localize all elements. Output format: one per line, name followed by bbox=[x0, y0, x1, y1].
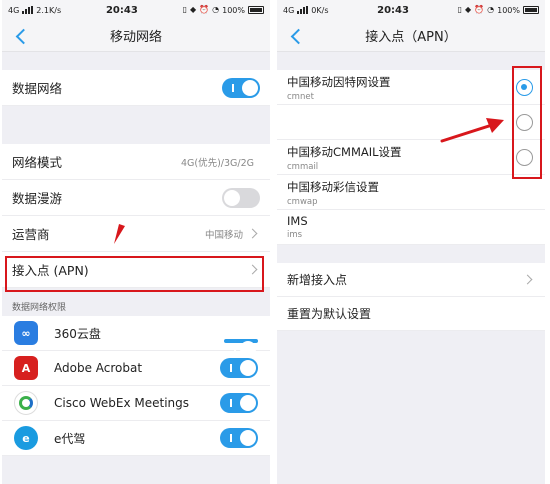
apn-name: 中国移动彩信设置 bbox=[287, 180, 379, 194]
status-bar: 4G 0K/s 20:43 ▯ ◆ ⏰ ◔ 100% bbox=[277, 0, 545, 20]
apn-item-hidden[interactable] bbox=[277, 105, 545, 140]
nav-bar: 接入点（APN） bbox=[277, 20, 545, 52]
app-toggle-webex[interactable] bbox=[220, 393, 258, 413]
app-row-360-cloud: ∞ 360云盘 bbox=[2, 316, 270, 357]
network-mode-label: 网络模式 bbox=[12, 155, 63, 170]
app-toggle-360-cloud[interactable] bbox=[224, 339, 258, 357]
apn-name: 中国移动CMMAIL设置 bbox=[287, 145, 402, 159]
cloud-icon: ∞ bbox=[14, 321, 38, 345]
shield-icon: ◆ bbox=[465, 5, 472, 14]
acrobat-icon: A bbox=[14, 356, 38, 380]
wifi-icon: ◔ bbox=[212, 5, 220, 14]
battery-percent: 100% bbox=[497, 5, 520, 15]
shield-icon: ◆ bbox=[190, 5, 197, 14]
left-screen: 4G 2.1K/s 20:43 ▯ ◆ ⏰ ◔ 100% 移动网络 数据网络 网… bbox=[2, 0, 270, 484]
wifi-icon: ◔ bbox=[487, 5, 495, 14]
apn-name: 中国移动因特网设置 bbox=[287, 75, 391, 89]
apn-item-cmwap[interactable]: 中国移动彩信设置 cmwap bbox=[277, 175, 545, 210]
webex-icon bbox=[14, 391, 38, 415]
apn-item-cmnet[interactable]: 中国移动因特网设置 cmnet bbox=[277, 70, 545, 105]
alarm-icon: ⏰ bbox=[199, 5, 210, 14]
data-roaming-toggle[interactable] bbox=[222, 187, 260, 208]
app-row-adobe-acrobat: A Adobe Acrobat bbox=[2, 351, 270, 386]
apn-sub: ims bbox=[287, 230, 303, 240]
network-mode-value: 4G(优先)/3G/2G bbox=[180, 157, 254, 169]
chevron-right-icon bbox=[247, 264, 258, 275]
network-mode-row[interactable]: 网络模式 4G(优先)/3G/2G bbox=[2, 144, 270, 180]
apn-list: 中国移动因特网设置 cmnet 中国移动CMMAIL设置 cmmail 中国移动… bbox=[277, 70, 545, 245]
reset-default-label: 重置为默认设置 bbox=[287, 307, 372, 321]
right-screen: 4G 0K/s 20:43 ▯ ◆ ⏰ ◔ 100% 接入点（APN） 中国移动… bbox=[277, 0, 545, 484]
apn-radio-hidden[interactable] bbox=[516, 114, 533, 131]
app-toggle-edaijia[interactable] bbox=[220, 428, 258, 448]
app-row-edaijia: e e代驾 bbox=[2, 421, 270, 456]
app-toggle-adobe-acrobat[interactable] bbox=[220, 358, 258, 378]
data-network-toggle[interactable] bbox=[222, 77, 260, 98]
data-roaming-label: 数据漫游 bbox=[12, 191, 63, 206]
carrier-value: 中国移动 bbox=[204, 229, 243, 241]
apn-sub: cmmail bbox=[287, 162, 319, 172]
apn-name: IMS bbox=[287, 214, 308, 228]
apn-label: 接入点 (APN) bbox=[12, 263, 89, 278]
network-speed: 0K/s bbox=[311, 5, 329, 15]
signal-icon bbox=[297, 6, 309, 14]
battery-icon bbox=[522, 6, 539, 14]
app-name: Cisco WebEx Meetings bbox=[54, 396, 190, 410]
data-network-row: 数据网络 bbox=[2, 70, 270, 106]
page-title: 移动网络 bbox=[109, 30, 162, 45]
network-speed: 2.1K/s bbox=[36, 5, 62, 15]
carrier-label: 运营商 bbox=[12, 227, 50, 242]
back-icon[interactable] bbox=[287, 26, 305, 46]
status-time: 20:43 bbox=[377, 4, 409, 16]
page-title: 接入点（APN） bbox=[365, 30, 457, 45]
vibrate-icon: ▯ bbox=[182, 5, 188, 14]
alarm-icon: ⏰ bbox=[474, 5, 485, 14]
battery-percent: 100% bbox=[222, 5, 245, 15]
apn-sub: cmnet bbox=[287, 92, 314, 102]
chevron-right-icon bbox=[247, 228, 258, 239]
battery-icon bbox=[248, 6, 264, 14]
signal-icon bbox=[22, 6, 34, 14]
apn-radio-cmnet[interactable] bbox=[516, 79, 533, 96]
apn-item-cmmail[interactable]: 中国移动CMMAIL设置 cmmail bbox=[277, 140, 545, 175]
app-row-webex: Cisco WebEx Meetings bbox=[2, 386, 270, 421]
status-time: 20:43 bbox=[105, 4, 138, 16]
network-type: 4G bbox=[283, 5, 295, 15]
edaijia-icon: e bbox=[14, 426, 38, 450]
network-type: 4G bbox=[8, 5, 20, 15]
apn-sub: cmwap bbox=[287, 197, 318, 207]
nav-bar: 移动网络 bbox=[2, 20, 270, 52]
app-name: 360云盘 bbox=[54, 326, 101, 341]
chevron-right-icon bbox=[522, 274, 533, 285]
add-apn-row[interactable]: 新增接入点 bbox=[277, 263, 545, 297]
app-name: e代驾 bbox=[54, 431, 86, 446]
carrier-row[interactable]: 运营商 中国移动 bbox=[2, 216, 270, 252]
apn-row[interactable]: 接入点 (APN) bbox=[2, 252, 270, 288]
vibrate-icon: ▯ bbox=[457, 5, 462, 14]
apn-radio-cmmail[interactable] bbox=[516, 149, 533, 166]
reset-default-row[interactable]: 重置为默认设置 bbox=[277, 297, 545, 331]
back-icon[interactable] bbox=[12, 26, 30, 46]
apn-item-ims[interactable]: IMS ims bbox=[277, 210, 545, 245]
status-bar: 4G 2.1K/s 20:43 ▯ ◆ ⏰ ◔ 100% bbox=[2, 0, 270, 20]
permissions-header: 数据网络权限 bbox=[12, 303, 67, 313]
data-roaming-row: 数据漫游 bbox=[2, 180, 270, 216]
add-apn-label: 新增接入点 bbox=[287, 273, 348, 287]
data-network-label: 数据网络 bbox=[12, 81, 63, 96]
app-name: Adobe Acrobat bbox=[54, 361, 143, 375]
